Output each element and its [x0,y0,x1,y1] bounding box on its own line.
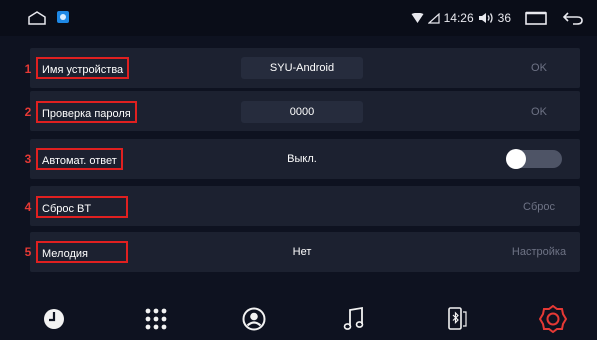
wifi-icon [411,12,424,23]
row-number: 1 [24,62,32,76]
status-time: 14:26 [443,11,474,25]
ringtone-value: Нет [292,246,312,258]
phone-bluetooth-icon[interactable] [443,306,469,332]
signal-icon [427,12,440,24]
home-outline-icon[interactable] [28,11,46,25]
bottom-dock [0,295,597,340]
row-number: 3 [24,152,32,166]
status-bar: 14:26 36 [0,0,597,36]
ringtone-label: Мелодия [36,241,128,263]
recent-apps-icon[interactable] [525,11,547,25]
ringtone-setup-button[interactable]: Настройка [494,242,584,262]
toggle-knob [506,149,526,169]
back-arrow-icon[interactable] [563,11,583,25]
auto-answer-toggle[interactable] [506,149,562,169]
password-check-label: Проверка пароля [36,101,137,123]
device-name-field[interactable]: SYU-Android [241,57,363,79]
bt-reset-button[interactable]: Сброс [494,197,584,217]
bt-reset-label: Сброс BT [36,196,128,218]
speaker-icon[interactable] [478,12,494,24]
music-icon[interactable] [341,306,367,332]
dialpad-icon[interactable] [143,306,169,332]
app-notification-icon[interactable] [57,11,69,23]
settings-gear-icon[interactable] [539,305,567,333]
row-number: 2 [24,105,32,119]
device-name-label: Имя устройства [36,57,130,79]
volume-level: 36 [497,11,511,25]
recent-calls-icon[interactable] [41,306,67,332]
auto-answer-value: Выкл. [287,153,317,165]
status-indicators: 14:26 36 [411,9,583,27]
contacts-icon[interactable] [241,306,267,332]
row-number: 5 [24,245,32,259]
device-name-ok-button[interactable]: OK [494,58,584,78]
row-number: 4 [24,200,32,214]
password-field[interactable]: 0000 [241,101,363,123]
auto-answer-label: Автомат. ответ [36,148,123,170]
password-ok-button[interactable]: OK [494,102,584,122]
